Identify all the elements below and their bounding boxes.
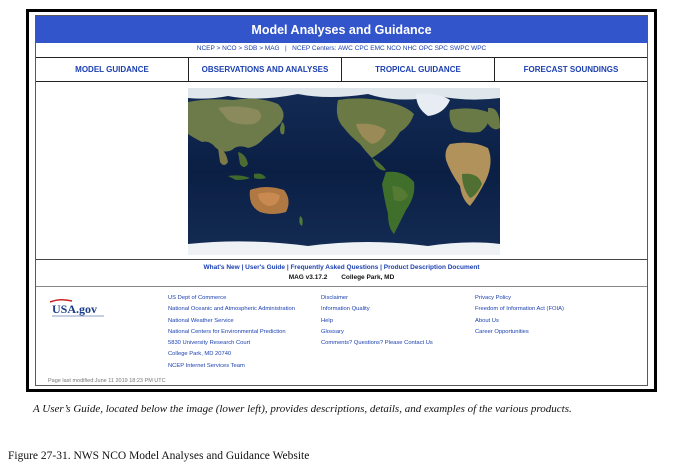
center-link-wpc[interactable]: WPC	[471, 45, 486, 52]
footer-link-about[interactable]: About Us	[475, 318, 564, 329]
breadcrumb-ncep[interactable]: NCEP	[197, 45, 215, 52]
world-map-image[interactable]	[188, 88, 500, 255]
figure-title: Figure 27-31. NWS NCO Model Analyses and…	[8, 450, 310, 462]
page-last-modified: Page last modified:June 11 2019 18:23 PM…	[48, 378, 166, 384]
footer-column-agency: US Dept of Commerce National Oceanic and…	[168, 295, 295, 374]
primary-links: What's New | User's Guide | Frequently A…	[36, 264, 647, 274]
breadcrumb: NCEP > NCO > SDB > MAG | NCEP Centers: A…	[36, 45, 647, 57]
whats-new-link[interactable]: What's New	[203, 264, 239, 271]
footer-link-dept-commerce[interactable]: US Dept of Commerce	[168, 295, 295, 306]
main-nav: MODEL GUIDANCE OBSERVATIONS AND ANALYSES…	[36, 57, 647, 82]
breadcrumb-nco[interactable]: NCO	[222, 45, 236, 52]
footer-link-help[interactable]: Help	[321, 318, 433, 329]
footer-link-ncep[interactable]: National Centers for Environmental Predi…	[168, 329, 295, 340]
tab-model-guidance[interactable]: MODEL GUIDANCE	[36, 58, 189, 81]
main-content	[36, 82, 647, 260]
footer-address-street[interactable]: 5830 University Research Court	[168, 340, 295, 351]
website-screenshot-frame: Model Analyses and Guidance NCEP > NCO >…	[26, 9, 657, 392]
website-page: Model Analyses and Guidance NCEP > NCO >…	[35, 15, 648, 386]
footer-link-nws[interactable]: National Weather Service	[168, 318, 295, 329]
faq-link[interactable]: Frequently Asked Questions	[290, 264, 378, 271]
footer-link-internet-services[interactable]: NCEP Internet Services Team	[168, 363, 295, 374]
version-label: MAG v3.17.2	[288, 274, 328, 281]
page-title: Model Analyses and Guidance	[251, 22, 432, 37]
link-separator: |	[380, 264, 382, 271]
footer-link-careers[interactable]: Career Opportunities	[475, 329, 564, 340]
breadcrumb-separator: >	[216, 45, 221, 52]
center-link-spc[interactable]: SPC	[435, 45, 448, 52]
location-label: College Park, MD	[341, 274, 395, 281]
link-separator: |	[241, 264, 244, 271]
product-description-link[interactable]: Product Description Document	[384, 264, 480, 271]
footer-link-contact[interactable]: Comments? Questions? Please Contact Us	[321, 340, 433, 351]
usa-gov-logo[interactable]: USA.gov	[48, 298, 110, 320]
center-link-opc[interactable]: OPC	[419, 45, 433, 52]
footer-column-info: Disclaimer Information Quality Help Glos…	[321, 295, 433, 351]
world-map-graphic	[188, 88, 500, 255]
center-link-cpc[interactable]: CPC	[355, 45, 369, 52]
tab-tropical-guidance[interactable]: TROPICAL GUIDANCE	[342, 58, 495, 81]
footer-link-information-quality[interactable]: Information Quality	[321, 306, 433, 317]
tab-observations-and-analyses[interactable]: OBSERVATIONS AND ANALYSES	[189, 58, 342, 81]
center-link-swpc[interactable]: SWPC	[450, 45, 470, 52]
footer-link-disclaimer[interactable]: Disclaimer	[321, 295, 433, 306]
footer-link-foia[interactable]: Freedom of Information Act (FOIA)	[475, 306, 564, 317]
footer-column-policy: Privacy Policy Freedom of Information Ac…	[475, 295, 564, 340]
breadcrumb-separator: >	[259, 45, 263, 52]
center-link-nco[interactable]: NCO	[387, 45, 401, 52]
footer-link-privacy[interactable]: Privacy Policy	[475, 295, 564, 306]
footer-divider	[36, 286, 647, 287]
center-link-nhc[interactable]: NHC	[403, 45, 417, 52]
footer-address-city[interactable]: College Park, MD 20740	[168, 351, 295, 362]
center-link-awc[interactable]: AWC	[338, 45, 353, 52]
users-guide-link[interactable]: User's Guide	[245, 264, 285, 271]
link-separator: |	[286, 264, 289, 271]
breadcrumb-mag[interactable]: MAG	[265, 45, 280, 52]
footer-link-glossary[interactable]: Glossary	[321, 329, 433, 340]
footer-link-noaa[interactable]: National Oceanic and Atmospheric Adminis…	[168, 306, 295, 317]
usa-gov-logo-graphic: USA.gov	[49, 298, 104, 317]
tab-forecast-soundings[interactable]: FORECAST SOUNDINGS	[495, 58, 647, 81]
ncep-centers-label: NCEP Centers:	[292, 45, 337, 52]
figure-caption: A User’s Guide, located below the image …	[33, 403, 572, 415]
breadcrumb-divider: |	[285, 45, 287, 52]
breadcrumb-sdb[interactable]: SDB	[244, 45, 257, 52]
center-link-emc[interactable]: EMC	[370, 45, 384, 52]
usa-gov-logo-text: USA.gov	[52, 302, 97, 316]
page-title-banner: Model Analyses and Guidance	[36, 16, 647, 43]
breadcrumb-separator: >	[238, 45, 243, 52]
version-info: MAG v3.17.2 College Park, MD	[36, 274, 647, 284]
